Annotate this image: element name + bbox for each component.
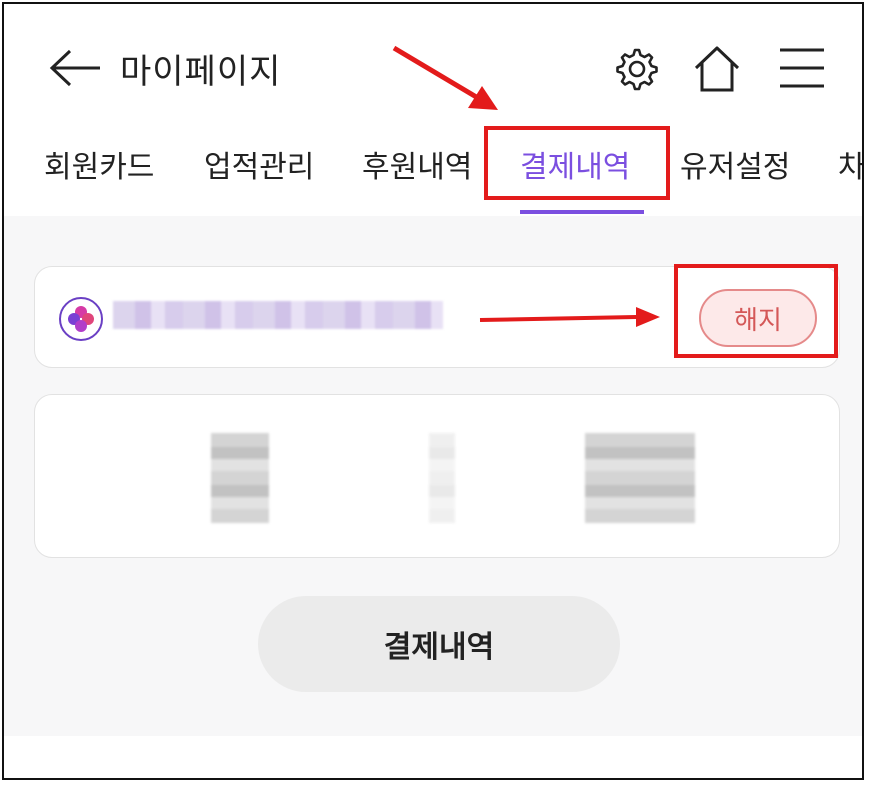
annotation-arrow-icon	[392, 45, 660, 327]
app-frame: 마이페이지 회원카드 업적관리 후원내역 결제내역 유저설정 차 해지 결제내역	[2, 2, 864, 780]
